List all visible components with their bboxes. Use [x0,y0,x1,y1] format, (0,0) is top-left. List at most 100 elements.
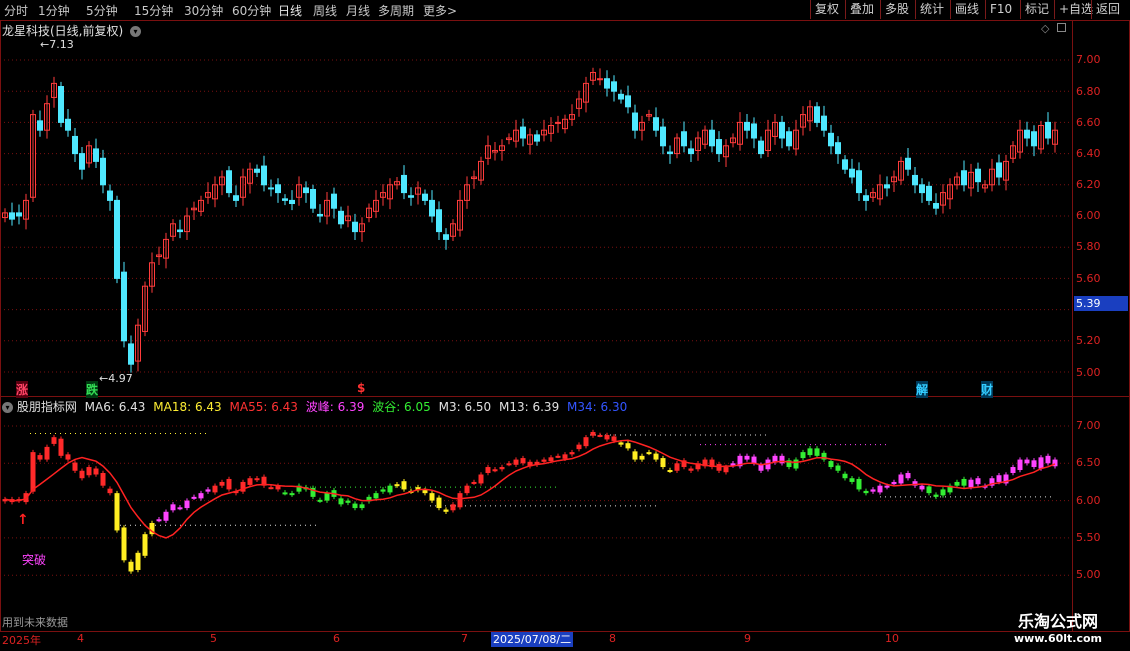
indicator-bar [618,442,624,445]
draw-line-button[interactable]: 画线 [950,0,983,19]
candle [744,121,750,131]
indicator-bar [842,473,848,479]
candle [128,343,134,365]
indicator-bar [807,448,813,456]
candle [1045,121,1051,139]
y-tick: 5.60 [1076,272,1101,285]
indicator-bar [1038,457,1044,469]
y-tick: 6.40 [1076,147,1101,160]
indicator-bar [191,496,197,499]
candle [555,121,561,124]
indicator-bar [898,474,904,484]
period-tab-5min[interactable]: 5分钟 [86,2,118,19]
indicator-bar [513,459,519,465]
candle [688,148,694,155]
candle [863,195,869,201]
indicator-bar [163,511,169,521]
back-button[interactable]: 返回 [1091,0,1124,19]
f10-button[interactable]: F10 [985,0,1016,19]
candle [233,195,239,201]
candle [912,174,918,186]
indicator-bar [450,504,456,511]
indicator-bar [282,492,288,495]
candle [436,209,442,233]
indicator-bar [555,455,561,458]
indicator-bar [373,493,379,499]
indicator-bar [646,452,652,455]
indicator-chart[interactable] [0,412,1072,632]
candle [100,157,106,186]
candle [79,153,85,170]
period-tab-more[interactable]: 更多> [423,2,457,19]
more-label: 更多 [423,4,448,18]
indicator-bar [37,455,43,460]
y-tick: 6.20 [1076,178,1101,191]
selected-date-box: 2025/07/08/二 [491,632,574,647]
indicator-bar [905,472,911,479]
indicator-bar [933,494,939,497]
mark-button[interactable]: 标记 [1020,0,1053,19]
y-tick: 5.20 [1076,334,1101,347]
candlestick-chart[interactable] [0,21,1072,397]
current-price-box: 5.39 [1074,296,1128,311]
indicator-bar [170,504,176,511]
indicator-bar [1017,459,1023,471]
sub-y-tick: 5.50 [1076,531,1101,544]
indicator-bar [394,484,400,487]
indicator-bar [520,458,526,464]
indicator-bar [660,458,666,468]
period-tab-weekly[interactable]: 周线 [313,2,337,19]
unlock-tag[interactable]: 解 [916,381,929,398]
overlay-button[interactable]: 叠加 [845,0,878,19]
period-tab-15min[interactable]: 15分钟 [134,2,173,19]
candle [1024,129,1030,139]
candle [653,117,659,131]
y-tick: 6.60 [1076,116,1101,129]
indicator-bar [611,436,617,441]
indicator-bar [814,448,820,456]
period-tab-intraday[interactable]: 分时 [4,2,28,19]
candle [828,132,834,147]
indicator-bar [429,493,435,501]
indicator-bar [359,504,365,509]
candle [114,199,120,279]
period-tab-60min[interactable]: 60分钟 [232,2,271,19]
candle [758,140,764,155]
period-tab-30min[interactable]: 30分钟 [184,2,223,19]
limit-up-tag[interactable]: 涨 [16,381,29,398]
finance-report-tag[interactable]: 财 [981,381,994,398]
watermark-title: 乐淘公式网 [1017,612,1098,631]
candle [261,165,267,186]
toolbar: 分时 1分钟 5分钟 15分钟 30分钟 60分钟 日线 周线 月线 多周期 更… [0,0,1130,21]
limit-down-tag[interactable]: 跌 [86,381,99,398]
period-tab-monthly[interactable]: 月线 [346,2,370,19]
candle [422,193,428,201]
period-tab-multi[interactable]: 多周期 [378,2,414,19]
indicator-bar [156,519,162,522]
fuquan-button[interactable]: 复权 [810,0,843,19]
indicator-bar [1010,467,1016,473]
candle [625,95,631,108]
candle [65,118,71,131]
indicator-bar [128,561,134,572]
multi-stock-button[interactable]: 多股 [880,0,913,19]
arrow-up-icon: ↑ [17,512,29,528]
period-tab-1min[interactable]: 1分钟 [38,2,70,19]
candle [751,123,757,139]
sub-y-tick: 6.50 [1076,456,1101,469]
indicator-bar [723,467,729,473]
period-tab-daily[interactable]: 日线 [278,2,302,19]
indicator-bar [212,485,218,493]
dividend-tag[interactable]: $ [357,381,365,395]
indicator-bar [422,490,428,494]
indicator-bar [849,478,855,482]
candle [254,168,260,173]
indicator-bar [121,527,127,561]
candle [821,115,827,131]
indicator-bar [387,485,393,493]
indicator-bar [800,452,806,459]
candle [1031,131,1037,147]
x-label: 5 [210,632,217,645]
stats-button[interactable]: 统计 [915,0,948,19]
indicator-bar [758,464,764,471]
